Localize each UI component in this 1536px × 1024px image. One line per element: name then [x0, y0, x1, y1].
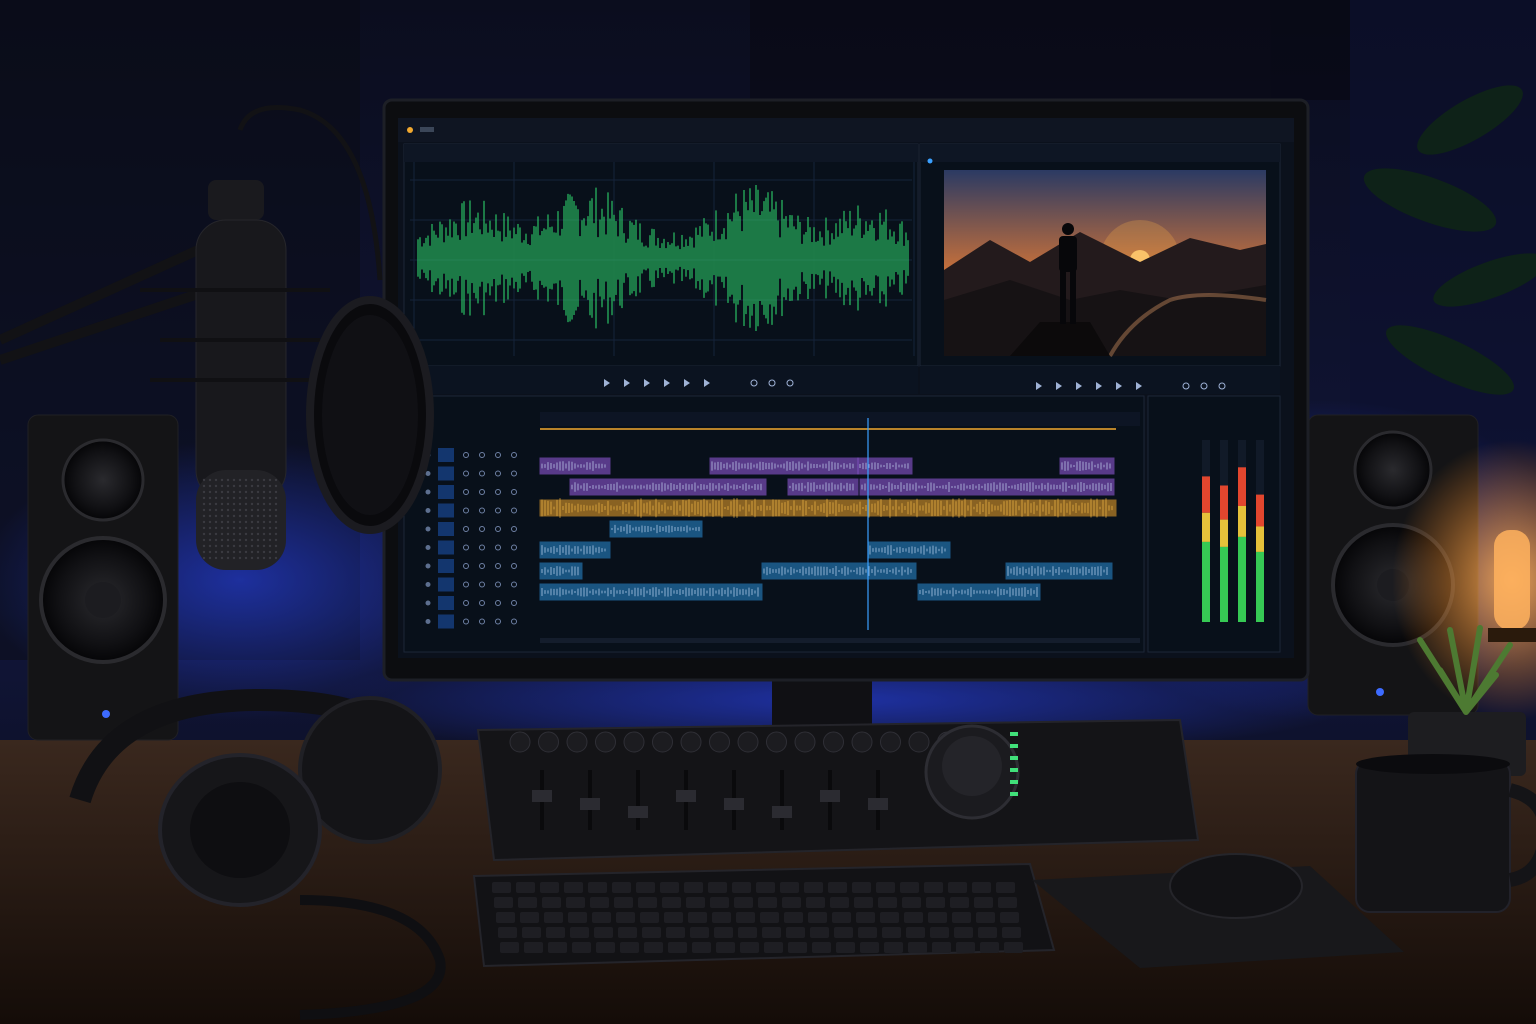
console-knob — [794, 731, 816, 753]
console-knob — [880, 731, 901, 753]
meter-mid — [1238, 505, 1246, 537]
console-knob — [823, 731, 844, 753]
meter-level — [1202, 541, 1210, 622]
console-knob — [623, 731, 645, 753]
console-fader — [628, 806, 648, 818]
left-studio-speaker — [27, 414, 179, 741]
console-knob — [566, 731, 588, 753]
meter-peak — [1238, 467, 1246, 506]
meter-level — [1256, 551, 1264, 622]
console-knob — [595, 731, 616, 753]
console-knob — [908, 731, 930, 753]
console-fader — [724, 798, 744, 810]
keyboard — [472, 862, 1056, 968]
pop-filter — [306, 296, 434, 534]
console-knob — [680, 731, 702, 753]
video-preview-panel — [919, 143, 1281, 394]
mouse — [1169, 853, 1303, 919]
meter-mid — [1220, 519, 1228, 547]
meter-mid — [1256, 526, 1264, 552]
monitor — [382, 98, 1310, 730]
meter-mid — [1202, 512, 1210, 542]
console-knob — [709, 731, 730, 753]
mixing-console — [476, 718, 1200, 862]
meter-peak — [1202, 476, 1210, 513]
mug — [1355, 754, 1536, 913]
timeline-clip — [539, 583, 763, 601]
timeline-clip — [539, 499, 1117, 517]
console-knob — [509, 731, 531, 753]
console-knob — [851, 731, 873, 753]
studio-scene — [0, 0, 1536, 1024]
console-fader — [580, 798, 600, 810]
meter-peak — [1256, 494, 1264, 527]
console-knob — [766, 731, 787, 753]
meter-peak — [1220, 485, 1228, 520]
meter-level — [1238, 536, 1246, 622]
timeline-panel — [403, 395, 1145, 653]
console-fader — [868, 798, 888, 810]
console-knob — [737, 731, 759, 753]
console-fader — [532, 790, 552, 802]
console-fader — [772, 806, 792, 818]
console-fader — [820, 790, 840, 802]
studio-illustration — [0, 0, 1536, 1024]
level-meters-panel — [1147, 395, 1281, 653]
console-knob — [538, 731, 559, 753]
console-fader — [676, 790, 696, 802]
timeline-clip — [539, 562, 583, 580]
waveform-panel — [403, 143, 919, 394]
meter-level — [1220, 546, 1228, 622]
console-knob — [652, 731, 673, 753]
